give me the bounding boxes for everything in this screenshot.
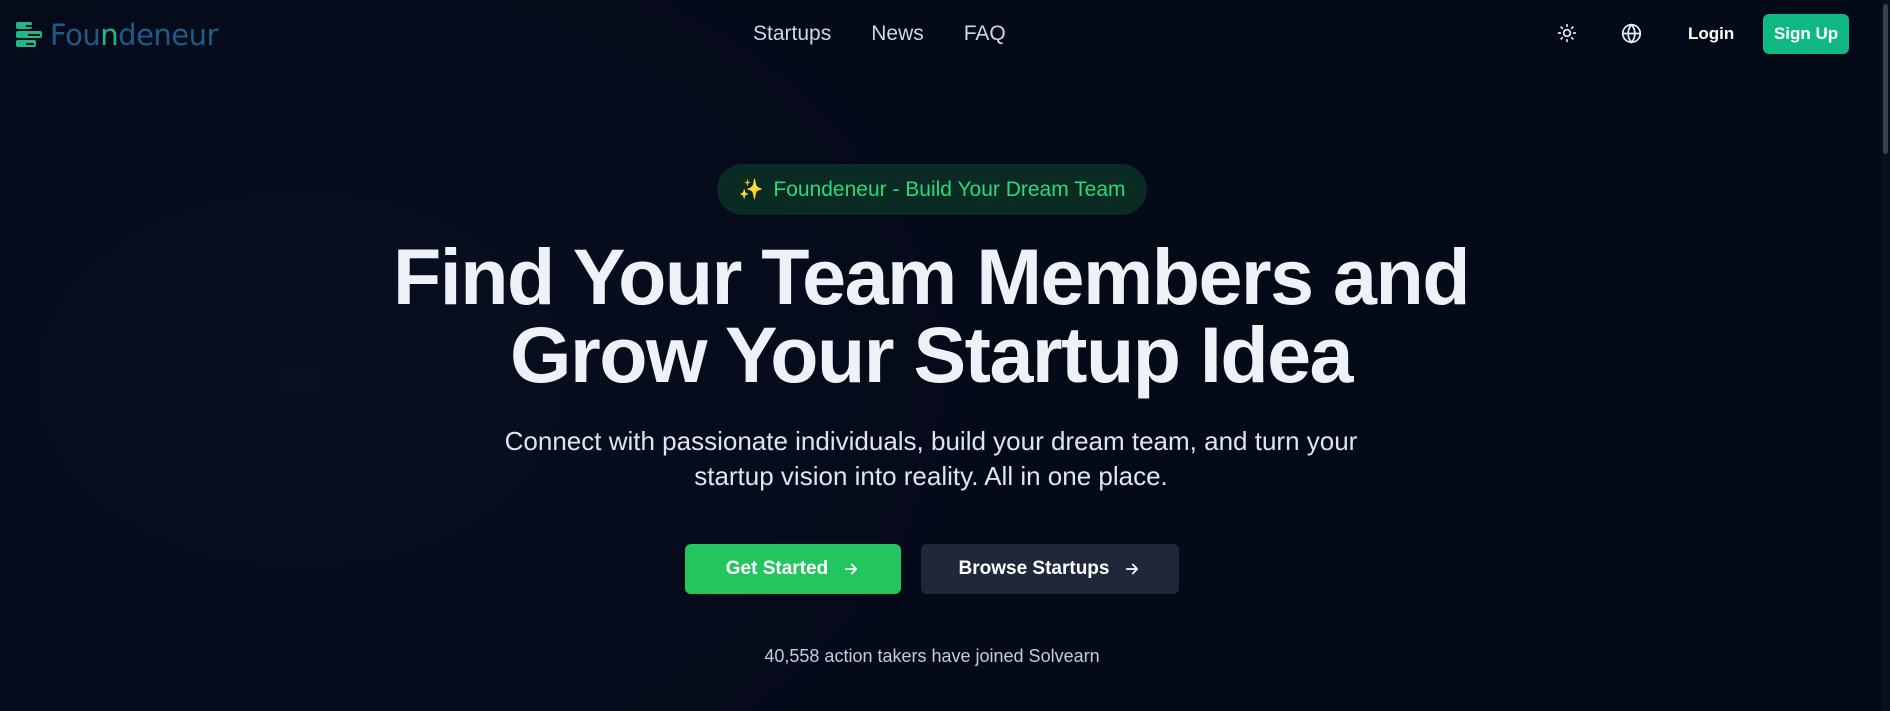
arrow-right-icon	[845, 563, 858, 575]
sun-icon	[1557, 23, 1577, 43]
browse-startups-label: Browse Startups	[958, 558, 1110, 579]
nav-link-startups[interactable]: Startups	[753, 20, 831, 48]
nav-link-faq[interactable]: FAQ	[964, 20, 1006, 48]
hero-title-line-1: Find Your Team Members and	[393, 232, 1471, 321]
get-started-button[interactable]: Get Started	[685, 544, 901, 594]
arrow-right-icon	[1126, 563, 1139, 575]
page-scrollbar[interactable]	[1882, 0, 1890, 711]
top-navbar: Foundeneur Startups News FAQ Login Sign …	[0, 0, 1890, 68]
sparkles-icon: ✨	[738, 179, 764, 201]
hero-title: Find Your Team Members and Grow Your Sta…	[345, 237, 1517, 394]
hero-subtitle-line-1: Connect with passionate individuals, bui…	[504, 426, 1358, 456]
globe-icon	[1621, 22, 1641, 44]
theme-toggle-button[interactable]	[1554, 20, 1580, 46]
brand-name: Foundeneur	[50, 18, 218, 52]
hero-title-line-2: Grow Your Startup Idea	[510, 310, 1353, 399]
hero-badge-text: Foundeneur - Build Your Dream Team	[773, 177, 1126, 201]
hero-badge: ✨ Foundeneur - Build Your Dream Team	[717, 164, 1147, 215]
main-nav: Startups News FAQ	[753, 20, 1006, 48]
browse-startups-button[interactable]: Browse Startups	[921, 544, 1179, 594]
logo-mark-icon	[16, 22, 42, 47]
nav-link-news[interactable]: News	[871, 20, 924, 48]
joined-count-text: 40,558 action takers have joined Solvear…	[764, 646, 1100, 666]
language-button[interactable]	[1618, 20, 1644, 46]
login-button[interactable]: Login	[1688, 22, 1734, 46]
hero-subtitle: Connect with passionate individuals, bui…	[470, 424, 1392, 494]
hero-subtitle-line-2: startup vision into reality. All in one …	[694, 461, 1168, 491]
get-started-label: Get Started	[725, 558, 829, 579]
signup-button[interactable]: Sign Up	[1763, 14, 1849, 54]
brand-logo[interactable]: Foundeneur	[14, 18, 218, 52]
scrollbar-thumb[interactable]	[1883, 4, 1888, 154]
